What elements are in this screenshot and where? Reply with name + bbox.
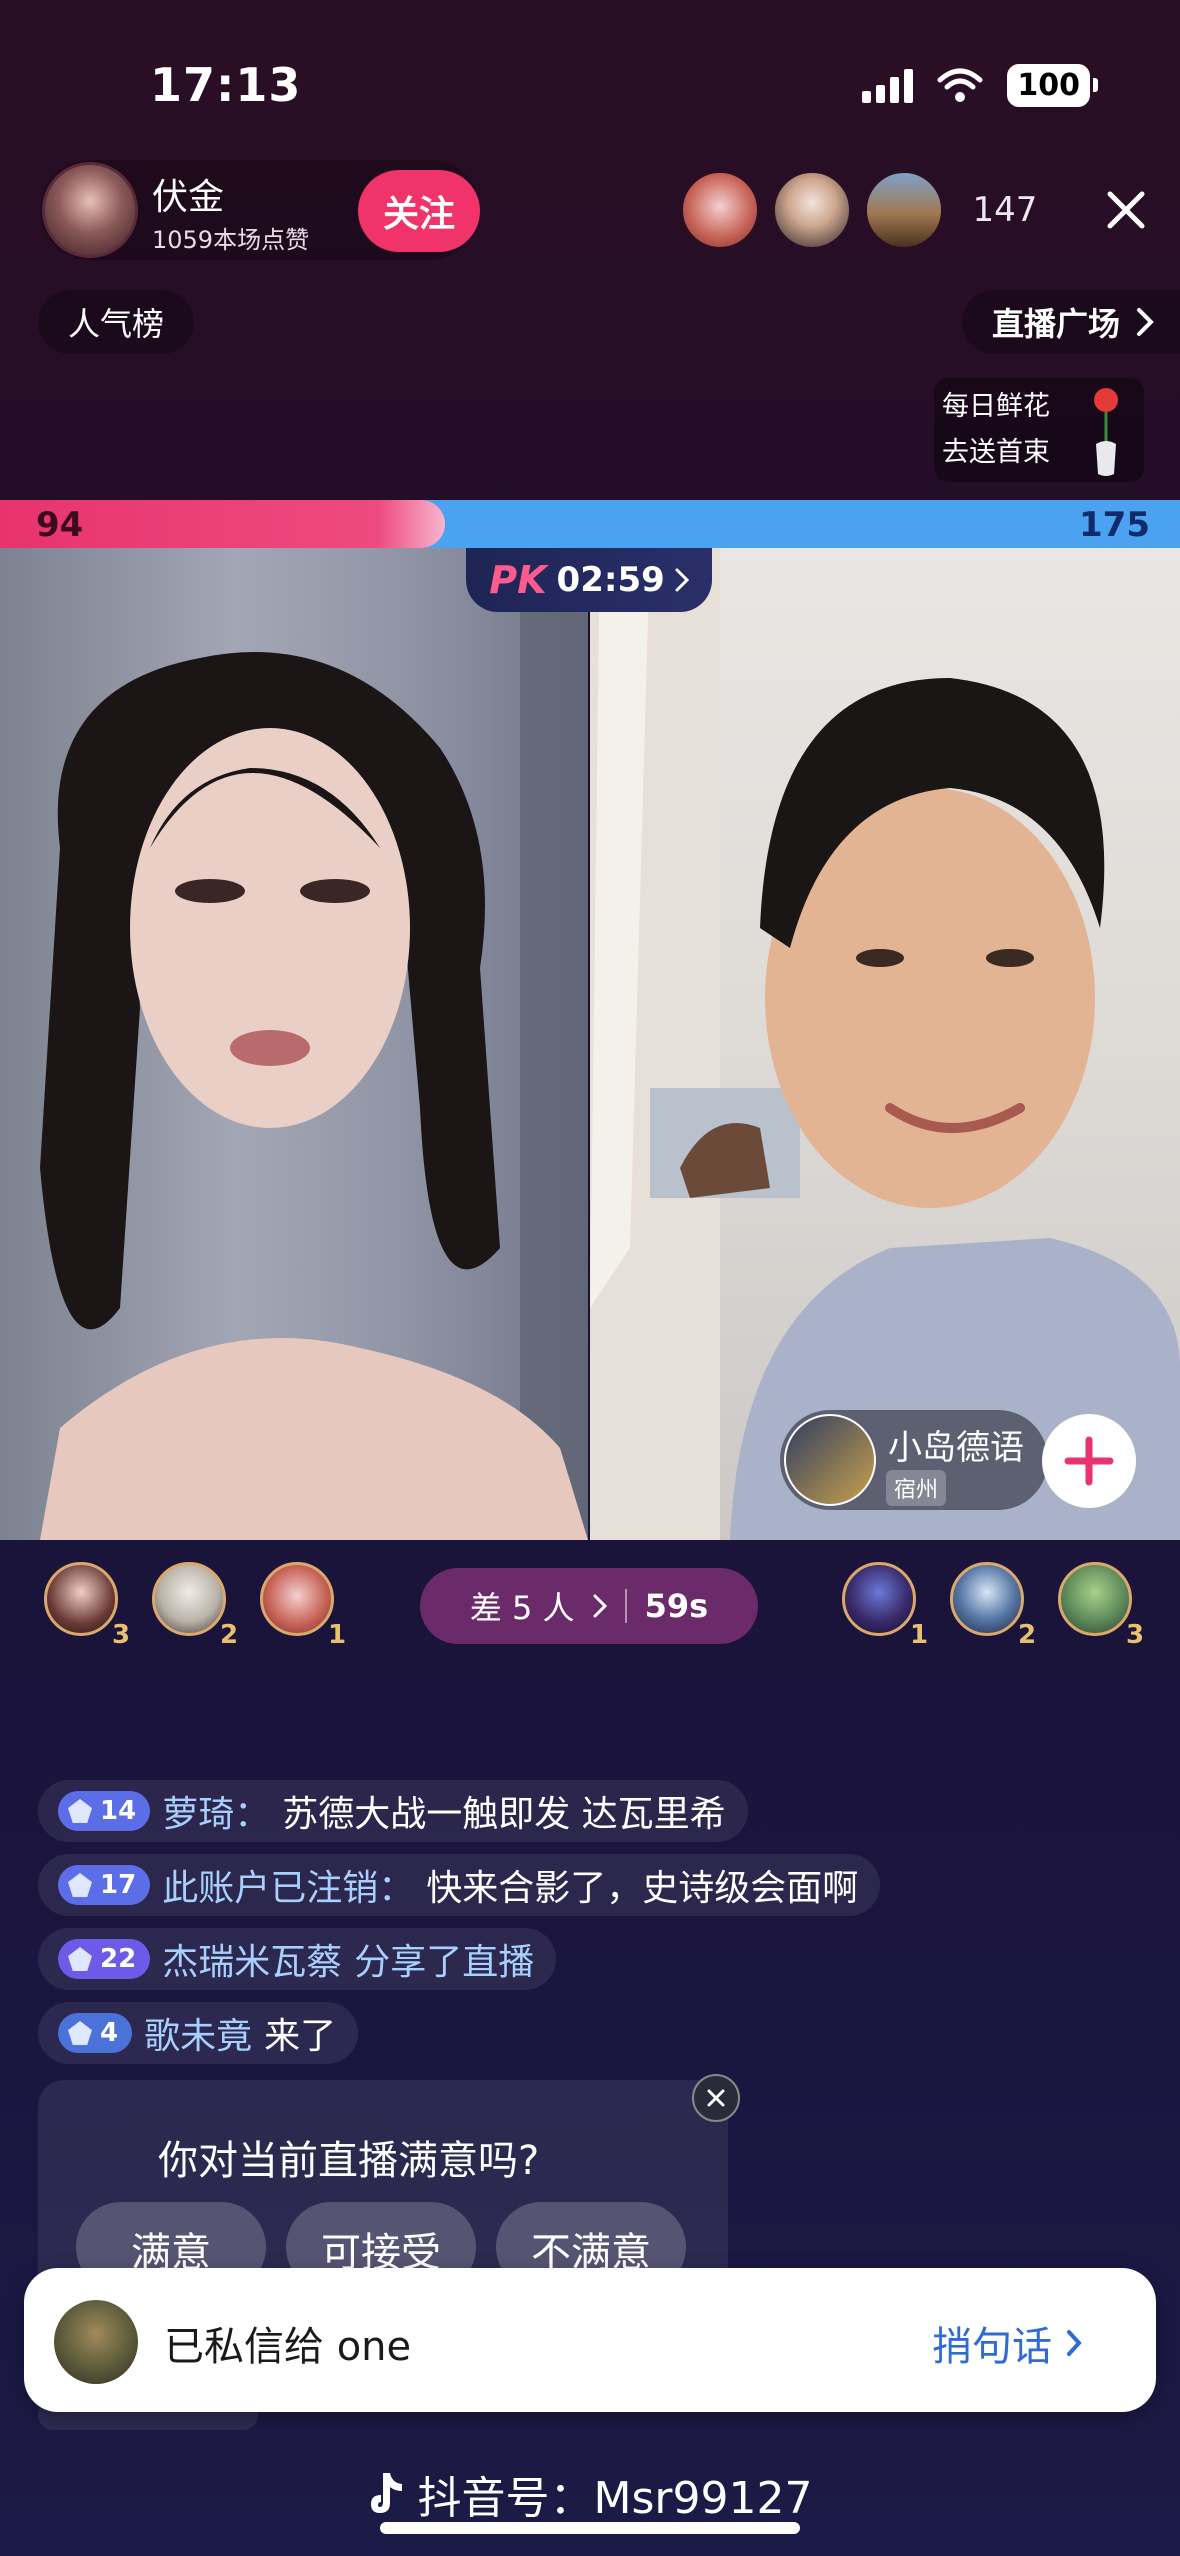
host-likes: 1059本场点赞 (152, 226, 310, 254)
home-indicator[interactable] (380, 2522, 800, 2534)
opponent-follow-button[interactable] (1042, 1414, 1136, 1508)
send-message-label: 捎句话 (932, 2324, 1052, 2370)
right-contributor-avatar[interactable] (950, 1562, 1024, 1636)
chat-username[interactable]: 歌未竟 (144, 2007, 252, 2059)
user-level-badge: 4 (58, 2013, 133, 2053)
host-avatar[interactable] (42, 162, 138, 258)
user-level: 22 (100, 1944, 137, 1974)
close-icon[interactable] (1098, 182, 1154, 238)
divider (624, 1589, 627, 1623)
recipient-avatar (54, 2300, 138, 2384)
plus-icon (1064, 1436, 1114, 1486)
viewer-avatar[interactable] (680, 170, 760, 250)
user-level: 4 (100, 2018, 119, 2048)
host-name: 伏金 (152, 177, 225, 218)
opponent-name: 小岛德语 (888, 1428, 1024, 1468)
gem-icon (68, 1799, 92, 1823)
douyin-id-watermark: 抖音号：Msr99127 (0, 2462, 1180, 2526)
pk-countdown: 02:59 (556, 560, 665, 600)
user-level: 17 (100, 1870, 137, 1900)
chat-message[interactable]: 22 杰瑞米瓦蔡 分享了直播 (38, 1928, 557, 1990)
battery-icon: 100 (1007, 64, 1098, 107)
status-icons: 100 (862, 64, 1098, 107)
pk-logo: PK (489, 558, 547, 602)
chat-username[interactable]: 此账户已注销： (162, 1859, 414, 1911)
opponent-location: 宿州 (886, 1470, 947, 1506)
douyin-id: 抖音号：Msr99127 (417, 2473, 813, 2524)
follow-button[interactable]: 关注 (358, 170, 480, 252)
gem-icon (68, 2021, 92, 2045)
right-contributor-avatar[interactable] (1058, 1562, 1132, 1636)
survey-close-button[interactable] (692, 2074, 740, 2122)
viewer-avatar[interactable] (864, 170, 944, 250)
gem-icon (68, 1947, 92, 1971)
chat-text: 苏德大战一触即发 达瓦里希 (282, 1794, 726, 1835)
right-contributor-rank: 1 (910, 1620, 929, 1650)
daily-flower-line2: 去送首束 (942, 437, 1050, 468)
wifi-icon (937, 68, 983, 102)
chat-text: 快来合影了，史诗级会面啊 (426, 1868, 859, 1909)
chevron-right-icon (593, 1594, 607, 1618)
left-contributor-avatar[interactable] (44, 1562, 118, 1636)
signal-icon (862, 68, 914, 103)
opponent-video[interactable] (590, 548, 1180, 1540)
gem-icon (68, 1873, 92, 1897)
left-contributor-avatar[interactable] (260, 1562, 334, 1636)
pk-gap-countdown: 59s (644, 1587, 709, 1625)
user-level-badge: 22 (58, 1939, 151, 1979)
send-message-button[interactable]: 捎句话 (932, 2314, 1082, 2372)
close-icon (707, 2089, 725, 2107)
chevron-right-icon (1067, 2330, 1082, 2356)
viewer-avatar[interactable] (772, 170, 852, 250)
left-contributor-rank: 3 (112, 1620, 131, 1650)
left-contributor-rank: 2 (220, 1620, 239, 1650)
opponent-avatar[interactable] (784, 1414, 876, 1506)
live-plaza-label: 直播广场 (991, 305, 1120, 343)
user-level-badge: 14 (58, 1791, 151, 1831)
toast-text: 已私信给 one (164, 2324, 412, 2370)
daily-flower-line1: 每日鲜花 (942, 391, 1050, 422)
chat-username[interactable]: 杰瑞米瓦蔡 (162, 1933, 342, 1985)
popularity-rank-button[interactable]: 人气榜 (38, 290, 195, 354)
host-video[interactable] (0, 548, 588, 1540)
pk-right-score: 175 (1079, 505, 1150, 545)
chat-message[interactable]: 14 萝琦： 苏德大战一触即发 达瓦里希 (38, 1780, 748, 1842)
status-time: 17:13 (150, 58, 302, 112)
left-contributor-rank: 1 (328, 1620, 347, 1650)
survey-question: 你对当前直播满意吗? (158, 2138, 540, 2184)
chat-username[interactable]: 萝琦： (162, 1785, 270, 1837)
pk-left-score: 94 (36, 505, 84, 545)
chevron-right-icon (1137, 308, 1154, 336)
pk-gap-indicator[interactable]: 差 5 人 59s (420, 1568, 758, 1644)
pk-timer[interactable]: PK 02:59 (466, 548, 712, 612)
chevron-right-icon (675, 568, 689, 592)
rose-vase-icon (1094, 388, 1118, 476)
chat-text: 来了 (264, 2016, 337, 2057)
viewer-count[interactable]: 147 (950, 170, 1060, 250)
pk-gap-label: 差 5 人 (469, 1589, 575, 1627)
right-contributor-avatar[interactable] (842, 1562, 916, 1636)
douyin-logo-icon (370, 2473, 402, 2513)
chat-text: 分享了直播 (354, 1942, 535, 1983)
live-plaza-button[interactable]: 直播广场 (961, 290, 1180, 354)
right-contributor-rank: 2 (1018, 1620, 1037, 1650)
left-contributor-avatar[interactable] (152, 1562, 226, 1636)
user-level: 14 (100, 1796, 137, 1826)
chat-message[interactable]: 4 歌未竟 来了 (38, 2002, 359, 2064)
right-contributor-rank: 3 (1126, 1620, 1145, 1650)
chat-message[interactable]: 17 此账户已注销： 快来合影了，史诗级会面啊 (38, 1854, 881, 1916)
daily-flower-text: 每日鲜花 去送首束 (942, 384, 1050, 476)
user-level-badge: 17 (58, 1865, 151, 1905)
